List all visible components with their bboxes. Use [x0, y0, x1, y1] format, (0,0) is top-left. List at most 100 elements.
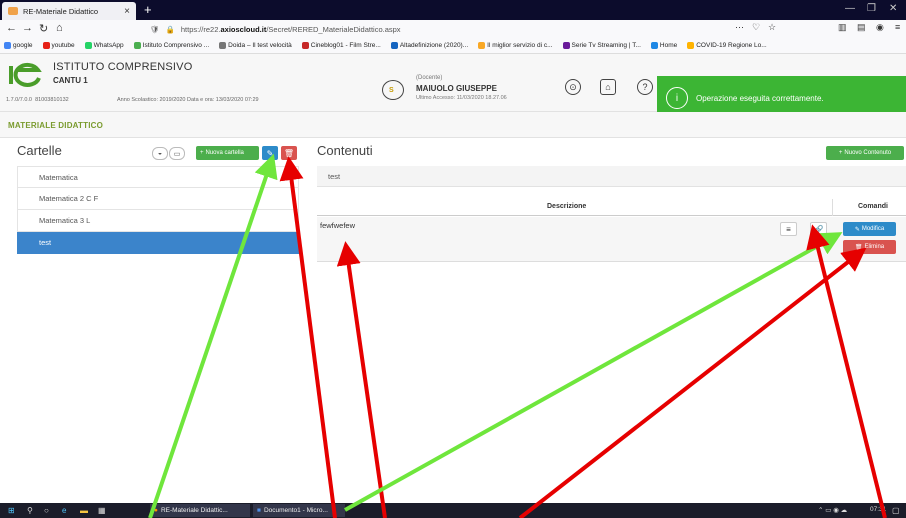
url-text: https://re22.axioscloud.it/Secret/RERED_…	[180, 24, 401, 34]
lock-icon: 🔒	[165, 24, 175, 34]
last-access: Ultimo Accesso: 11/03/2020 18.27.06	[416, 95, 507, 101]
user-role: (Docente)	[416, 75, 443, 81]
forward-icon[interactable]: →	[22, 22, 33, 34]
bookmark-icon	[301, 42, 309, 49]
link-icon: 🔗	[813, 224, 824, 234]
close-window-icon[interactable]: ✕	[889, 3, 897, 14]
bookmark-item[interactable]: google	[4, 42, 33, 49]
url-bar[interactable]: 🛡 🔒 https://re22.axioscloud.it/Secret/RE…	[150, 22, 770, 36]
bookmark-icon	[219, 42, 227, 49]
bookmark-item[interactable]: Cineblog01 - Film Stre...	[301, 42, 381, 49]
minimize-icon[interactable]: —	[845, 3, 855, 14]
version: 1.7.0/7.0.0	[6, 97, 32, 103]
bookmark-icon	[133, 42, 141, 49]
link-button[interactable]: 🔗	[810, 222, 827, 236]
arrow-to-delete-content	[518, 247, 867, 518]
back-icon[interactable]: ←	[6, 22, 17, 34]
trash-icon: 🗑	[283, 148, 295, 158]
home-icon[interactable]: ⌂	[56, 22, 63, 34]
bookmark-icon	[650, 42, 658, 49]
edit-content-button[interactable]: ✎ Modifica	[843, 222, 896, 236]
lock-icon[interactable]: ⌂	[600, 79, 616, 95]
arrow-to-edit-content	[344, 232, 843, 512]
tab-title: RE-Materiale Didattico	[23, 6, 99, 16]
support-icon[interactable]: ⊙	[565, 79, 581, 95]
taskbar-app-word-label: Documento1 - Micro...	[263, 507, 328, 514]
bookmark-label: WhatsApp	[93, 42, 124, 49]
trash-icon: 🗑	[854, 244, 863, 251]
bookmark-item[interactable]: youtube	[42, 42, 75, 49]
bookmark-item[interactable]: Doida – Il test velocità	[219, 42, 292, 49]
pocket-icon[interactable]: ♡	[752, 22, 760, 33]
column-divider	[832, 199, 833, 216]
year-info: Anno Scolastico: 2019/2020 Data e ora: 1…	[117, 97, 259, 103]
plus-icon: +	[200, 150, 204, 156]
list-icon: ≡	[786, 224, 791, 234]
windows-taskbar: ⊞ ⚲ ○ e ▬ ▦ ● RE-Materiale Didattic... ■ D…	[0, 503, 906, 518]
bookmark-label: Il miglior servizio di c...	[487, 42, 553, 49]
bookmark-item[interactable]: Il miglior servizio di c...	[478, 42, 553, 49]
col-commands: Comandi	[858, 203, 888, 210]
bookmark-item[interactable]: COVID-19 Regione Lo...	[687, 42, 767, 49]
page-actions-icon[interactable]: ⋯	[735, 22, 744, 33]
edit-folder-button[interactable]: ✎	[262, 146, 278, 160]
bookmark-label: Istituto Comprensivo ...	[142, 42, 210, 49]
edit-icon: ✎	[854, 226, 860, 233]
sidebar-icon[interactable]: ▤	[857, 22, 866, 33]
app-header: ISTITUTO COMPRENSIVO CANTU 1 1.7.0/7.0.0…	[0, 54, 906, 120]
menu-icon[interactable]: ≡	[895, 22, 900, 32]
start-icon[interactable]: ⊞	[8, 506, 15, 515]
new-content-label: Nuovo Contenuto	[844, 150, 892, 156]
new-tab-icon[interactable]: +	[144, 2, 152, 17]
contents-title: Contenuti	[317, 143, 373, 158]
new-folder-label: Nuova cartella	[205, 150, 244, 156]
cortana-icon[interactable]: ○	[44, 506, 49, 515]
taskbar-app-firefox[interactable]: ● RE-Materiale Didattic...	[150, 504, 250, 517]
bookmark-item[interactable]: WhatsApp	[84, 42, 124, 49]
taskbar-app-word[interactable]: ■ Documento1 - Micro...	[253, 504, 345, 517]
bookmark-icon	[390, 42, 398, 49]
folder-item[interactable]: test	[17, 232, 299, 254]
arrow-to-link-button	[806, 224, 887, 518]
edge-icon[interactable]: e	[62, 506, 66, 515]
school-name: ISTITUTO COMPRENSIVO	[53, 61, 193, 73]
open-folder-icon[interactable]: ◒	[152, 147, 168, 160]
bookmark-icon	[84, 42, 92, 49]
site-favicon-icon	[8, 7, 18, 15]
bookmark-label: youtube	[51, 42, 75, 49]
account-icon[interactable]: ◉	[876, 22, 884, 33]
bookmark-star-icon[interactable]: ☆	[768, 22, 776, 33]
avatar[interactable]: S	[382, 80, 404, 100]
explorer-icon[interactable]: ▬	[80, 506, 88, 515]
library-icon[interactable]: ▥	[838, 22, 847, 33]
delete-content-button[interactable]: 🗑 Elimina	[843, 240, 896, 254]
help-icon[interactable]: ?	[637, 79, 653, 95]
school-code: 81003810132	[35, 97, 69, 103]
close-tab-icon[interactable]: ×	[124, 6, 130, 17]
folder-icon[interactable]: ▭	[169, 147, 185, 160]
details-button[interactable]: ≡	[780, 222, 797, 236]
tray-icons[interactable]: ⌃ ▭ ◉ ☁	[818, 506, 847, 514]
bookmark-item[interactable]: Home	[650, 42, 678, 49]
notifications-icon[interactable]: ▢	[892, 506, 900, 515]
search-icon[interactable]: ⚲	[27, 506, 33, 515]
browser-tab[interactable]: RE-Materiale Didattico ×	[2, 2, 136, 20]
folder-item[interactable]: Matematica 3 L	[17, 210, 299, 232]
bookmark-item[interactable]: Istituto Comprensivo ...	[133, 42, 210, 49]
school-city: CANTU 1	[53, 76, 88, 85]
bookmark-item[interactable]: Altadefinizione (2020)...	[390, 42, 469, 49]
bookmark-label: Altadefinizione (2020)...	[399, 42, 469, 49]
delete-folder-button[interactable]: 🗑	[281, 146, 297, 160]
maximize-icon[interactable]: ❐	[867, 3, 876, 14]
folder-item[interactable]: Matematica	[17, 166, 299, 188]
folder-item[interactable]: Matematica 2 C F	[17, 188, 299, 210]
reload-icon[interactable]: ↻	[39, 22, 48, 35]
new-content-button[interactable]: + Nuovo Contenuto	[826, 146, 904, 160]
bookmark-item[interactable]: Serie Tv Streaming | T...	[562, 42, 641, 49]
calculator-icon[interactable]: ▦	[98, 506, 106, 515]
current-folder: test	[317, 166, 906, 187]
bookmark-icon	[42, 42, 50, 49]
bookmark-label: Home	[659, 42, 678, 49]
taskbar-app-firefox-label: RE-Materiale Didattic...	[160, 507, 228, 514]
new-folder-button[interactable]: + Nuova cartella	[196, 146, 259, 160]
